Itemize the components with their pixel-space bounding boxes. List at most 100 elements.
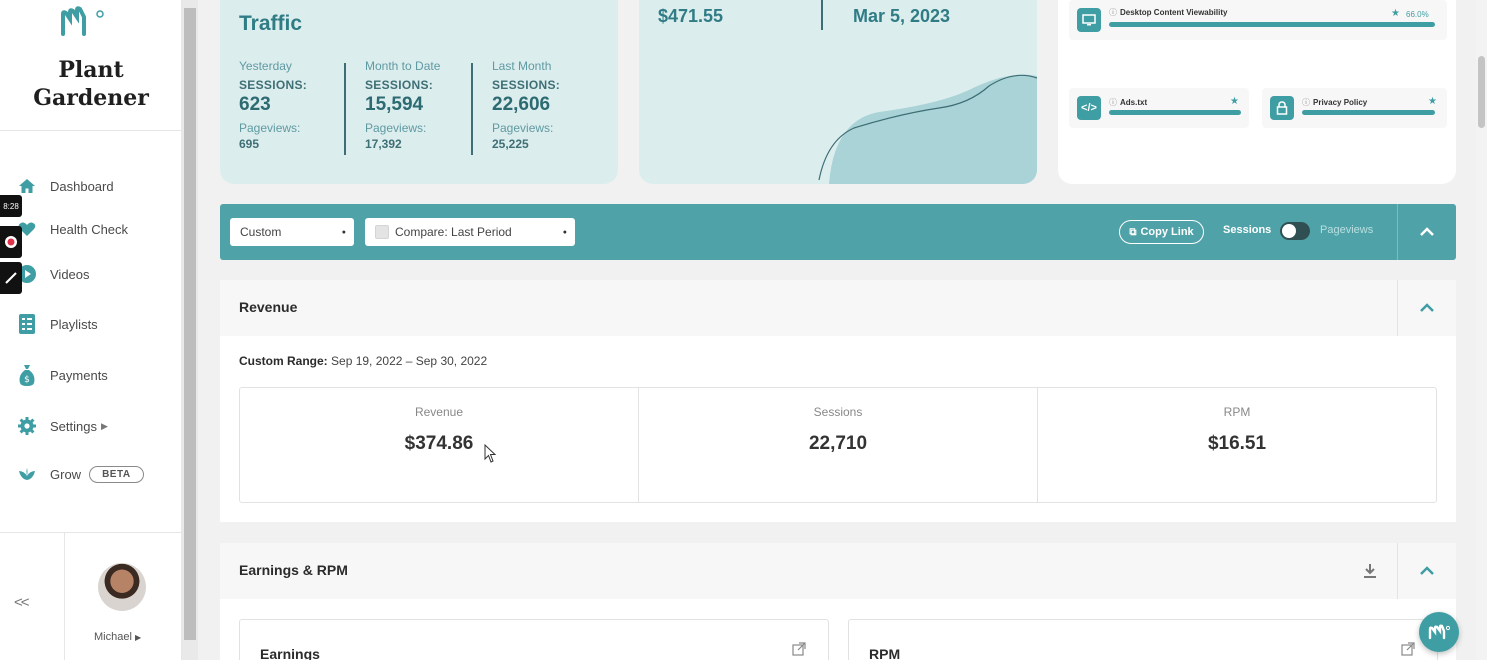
chat-button[interactable] <box>1419 612 1459 652</box>
download-icon[interactable] <box>1360 561 1380 581</box>
health-item-privacy-policy[interactable]: ⓘ Privacy Policy ★ <box>1262 88 1447 128</box>
metric-rpm: RPM $16.51 <box>1038 388 1436 502</box>
revenue-panel: Revenue Custom Range: Sep 19, 2022 – Sep… <box>220 280 1456 522</box>
record-button[interactable] <box>0 226 22 258</box>
chevron-up-icon <box>1419 303 1434 312</box>
panel-title: Revenue <box>239 299 298 315</box>
sessions-toggle-label[interactable]: Sessions <box>1223 224 1271 236</box>
dropdown-arrow-icon: ● <box>562 228 567 236</box>
svg-text:$: $ <box>24 375 30 385</box>
sidebar-item-settings[interactable]: Settings ▶ <box>16 413 108 439</box>
health-item-text: Desktop Content Viewability <box>1120 8 1228 17</box>
sidebar-item-label: Videos <box>50 266 90 282</box>
health-item-ads-txt[interactable]: </> ⓘ Ads.txt ★ <box>1069 88 1249 128</box>
sidebar-scrollbar[interactable] <box>182 0 198 660</box>
divider <box>64 532 65 660</box>
sessions-value: 22,606 <box>492 94 551 115</box>
revenue-metrics: Revenue $374.86 Sessions 22,710 RPM $16.… <box>239 387 1437 503</box>
sidebar-item-payments[interactable]: $ Payments <box>16 362 108 388</box>
sessions-label: SESSIONS: <box>365 78 434 92</box>
scrollbar-thumb[interactable] <box>1478 56 1485 128</box>
draw-tool-button[interactable] <box>0 262 22 294</box>
health-item-desktop-viewability[interactable]: ⓘ Desktop Content Viewability ★ 66.0% <box>1069 0 1447 40</box>
user-name: Michael <box>94 631 132 643</box>
recording-timer-text: 8:28 <box>3 201 19 211</box>
user-menu[interactable]: Michael ▶ <box>94 631 141 643</box>
metric-value: $374.86 <box>404 433 474 454</box>
logo-icon[interactable] <box>60 6 106 38</box>
monitor-icon <box>1077 8 1101 32</box>
date-range-value: Custom <box>240 225 282 239</box>
compare-select[interactable]: Compare: Last Period ● <box>365 218 575 246</box>
external-link-icon[interactable] <box>1401 642 1415 656</box>
sidebar-item-videos[interactable]: Videos <box>16 261 90 287</box>
progress-bar <box>1109 22 1435 27</box>
divider <box>0 532 182 533</box>
copy-icon: ⧉ <box>1129 226 1137 238</box>
divider <box>0 130 182 131</box>
rpm-subcard: RPM <box>848 619 1438 660</box>
health-item-value: 66.0% <box>1406 10 1429 19</box>
period-label: Last Month <box>492 59 552 73</box>
star-icon: ★ <box>1230 96 1239 107</box>
list-icon <box>16 313 38 335</box>
sidebar-item-playlists[interactable]: Playlists <box>16 311 98 337</box>
filter-bar: Custom ● Compare: Last Period ● ⧉ Copy L… <box>220 204 1456 260</box>
date-range-select[interactable]: Custom ● <box>230 218 354 246</box>
copy-link-button[interactable]: ⧉ Copy Link <box>1119 220 1204 244</box>
collapse-filters-button[interactable] <box>1397 204 1456 260</box>
sidebar-item-label: Playlists <box>50 316 98 332</box>
health-check-card: ⓘ Desktop Content Viewability ★ 66.0% </>… <box>1058 0 1456 184</box>
toggle-knob <box>1282 224 1296 238</box>
collapse-revenue-button[interactable] <box>1397 280 1456 336</box>
info-icon: ⓘ <box>1302 98 1310 107</box>
info-icon: ⓘ <box>1109 8 1117 17</box>
sidebar-item-health-check[interactable]: Health Check <box>16 216 128 242</box>
caret-right-icon: ▶ <box>134 633 142 642</box>
pageviews-label: Pageviews: <box>239 121 301 135</box>
earnings-rpm-header: Earnings & RPM <box>220 543 1456 599</box>
metric-label: RPM <box>1223 405 1251 419</box>
sidebar-item-dashboard[interactable]: Dashboard <box>16 173 114 199</box>
home-icon <box>16 175 38 197</box>
earnings-card: $471.55 Mar 5, 2023 <box>639 0 1037 184</box>
sessions-label: SESSIONS: <box>239 78 308 92</box>
logo-icon <box>1428 624 1450 640</box>
traffic-month-to-date: Month to Date SESSIONS: 15,594 Pageviews… <box>365 59 485 151</box>
lock-icon <box>1270 96 1294 120</box>
external-link-icon[interactable] <box>792 642 806 656</box>
period-label: Month to Date <box>365 59 441 73</box>
range-label: Custom Range: <box>239 354 328 368</box>
leaf-icon <box>16 463 38 485</box>
money-bag-icon: $ <box>16 364 38 386</box>
page-scrollbar[interactable] <box>1476 0 1487 660</box>
panel-title: Earnings & RPM <box>239 562 348 578</box>
divider <box>344 63 346 155</box>
collapse-earnings-button[interactable] <box>1397 543 1456 599</box>
sidebar-item-grow[interactable]: Grow BETA <box>16 461 144 487</box>
record-icon <box>5 236 17 248</box>
health-item-text: Ads.txt <box>1120 98 1148 107</box>
subcard-title: Earnings <box>260 646 320 660</box>
chevron-up-icon <box>1419 566 1434 575</box>
collapse-sidebar-button[interactable]: << <box>14 594 29 611</box>
health-item-text: Privacy Policy <box>1313 98 1368 107</box>
range-value: Sep 19, 2022 – Sep 30, 2022 <box>331 354 488 368</box>
traffic-last-month: Last Month SESSIONS: 22,606 Pageviews: 2… <box>492 59 612 151</box>
compare-checkbox[interactable] <box>375 225 389 239</box>
traffic-title: Traffic <box>239 12 303 35</box>
gear-icon <box>16 415 38 437</box>
pageviews-value: 695 <box>239 137 260 151</box>
avatar[interactable] <box>98 563 146 611</box>
copy-link-label: Copy Link <box>1140 226 1194 238</box>
sessions-value: 15,594 <box>365 94 424 115</box>
traffic-yesterday: Yesterday SESSIONS: 623 Pageviews: 695 <box>239 59 359 151</box>
pageviews-toggle-label[interactable]: Pageviews <box>1320 224 1373 236</box>
brand-name-line1: Plant <box>58 57 124 83</box>
sidebar-item-label: Health Check <box>50 221 129 237</box>
metric-toggle[interactable] <box>1280 222 1310 240</box>
scrollbar-thumb[interactable] <box>184 8 196 640</box>
metric-label: Revenue <box>414 405 464 419</box>
metric-label: Sessions <box>813 405 863 419</box>
health-item-label: ⓘ Desktop Content Viewability <box>1109 7 1227 18</box>
